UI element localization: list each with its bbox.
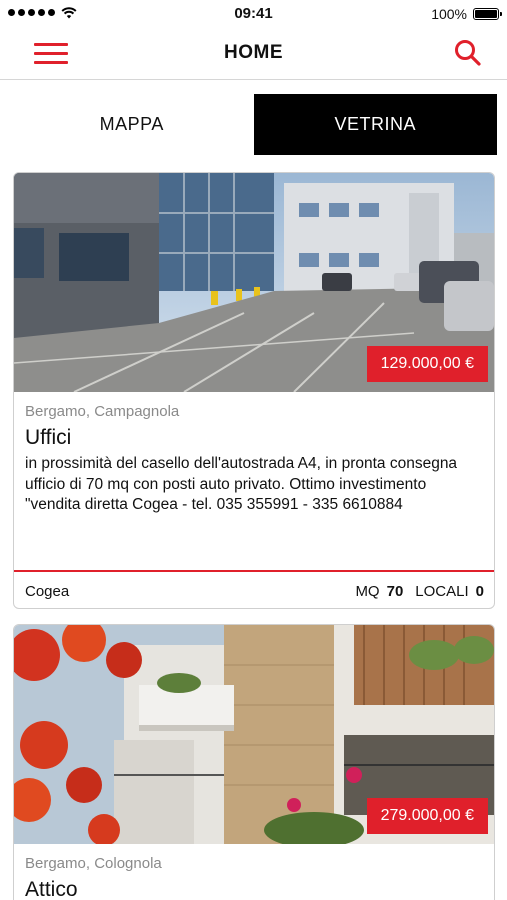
locali-value: 0	[475, 583, 484, 600]
price-badge: 129.000,00 €	[366, 346, 488, 382]
listing-footer: Cogea MQ 70 LOCALI 0	[14, 572, 494, 608]
battery-icon	[473, 8, 502, 20]
tab-vetrina[interactable]: VETRINA	[253, 94, 497, 155]
listing-card[interactable]: 279.000,00 € Bergamo, Colognola Attico	[13, 624, 495, 900]
listing-agency: Cogea	[25, 583, 70, 600]
status-bar: 09:41 100%	[0, 0, 507, 28]
mq-label: MQ	[355, 583, 380, 600]
search-icon[interactable]	[453, 38, 483, 68]
page-title: HOME	[224, 42, 283, 63]
view-tabs: MAPPA VETRINA	[10, 94, 497, 155]
listing-photo: 279.000,00 €	[14, 625, 494, 844]
listing-title: Uffici	[25, 426, 72, 449]
listing-description: in prossimità del casello dell'autostrad…	[25, 455, 458, 513]
listing-location: Bergamo, Colognola	[25, 855, 162, 872]
nav-bar: HOME	[0, 28, 507, 80]
listing-location: Bergamo, Campagnola	[25, 403, 180, 420]
listing-photo: 129.000,00 €	[14, 173, 494, 392]
tab-mappa[interactable]: MAPPA	[10, 94, 254, 155]
price-badge: 279.000,00 €	[366, 798, 488, 834]
listing-card[interactable]: 129.000,00 € Bergamo, Campagnola Uffici …	[13, 172, 495, 609]
battery-percentage: 100%	[431, 6, 467, 22]
locali-label: LOCALI	[415, 583, 469, 600]
listing-stats: MQ 70 LOCALI 0	[355, 583, 484, 600]
mq-value: 70	[386, 583, 404, 600]
listing-title: Attico	[25, 878, 78, 900]
